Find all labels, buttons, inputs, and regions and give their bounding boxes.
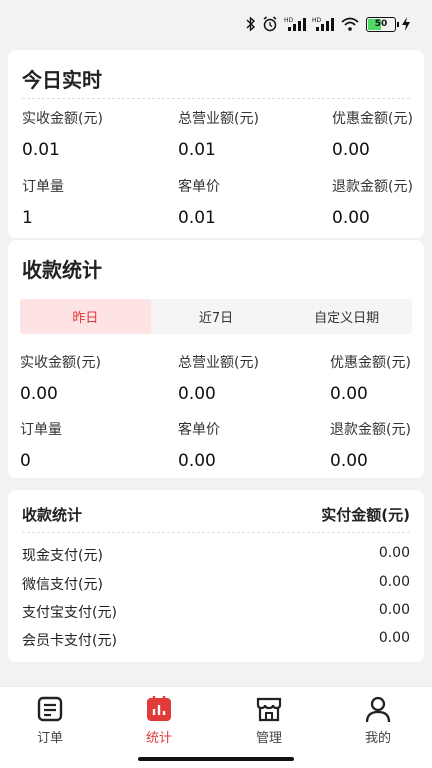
today-gross-revenue: 总营业额(元) 0.01 [178, 108, 259, 160]
stats-avg-order: 客单价 0.00 [178, 419, 220, 471]
stat-value: 0.01 [178, 140, 216, 160]
stat-label: 实收金额(元) [22, 111, 103, 127]
store-icon [256, 697, 282, 722]
tab-label: 我的 [364, 731, 391, 746]
tab-orders[interactable]: 订单 [10, 695, 90, 746]
payment-breakdown-card: 收款统计 实付金额(元) 现金支付(元) 0.00 微信支付(元) 0.00 支… [8, 490, 424, 662]
payment-row: 会员卡支付(元) 0.00 [22, 630, 410, 650]
stat-label: 订单量 [22, 179, 64, 195]
home-indicator[interactable] [138, 757, 294, 761]
payment-header-left: 收款统计 [22, 506, 83, 524]
stat-label: 退款金额(元) [330, 422, 411, 438]
stat-value: 0.00 [332, 208, 370, 228]
stat-label: 实收金额(元) [20, 355, 101, 371]
stats-title: 收款统计 [22, 258, 102, 282]
today-card: 今日实时 实收金额(元) 0.01 总营业额(元) 0.01 优惠金额(元) 0… [8, 50, 424, 238]
bottom-tab-bar: 订单 统计 管理 我的 [0, 686, 432, 768]
stat-label: 总营业额(元) [178, 111, 259, 127]
tab-last-7-days[interactable]: 近7日 [151, 299, 282, 334]
payment-row: 现金支付(元) 0.00 [22, 545, 410, 565]
today-discount: 优惠金额(元) 0.00 [332, 108, 413, 160]
stat-label: 客单价 [178, 422, 220, 438]
payment-value: 0.00 [378, 574, 410, 590]
today-net-income: 实收金额(元) 0.01 [22, 108, 103, 160]
profile-icon [365, 696, 391, 723]
payment-value: 0.00 [378, 602, 410, 618]
stats-net-income: 实收金额(元) 0.00 [20, 352, 101, 404]
stat-value: 0.00 [330, 384, 368, 404]
stat-value: 0.00 [332, 140, 370, 160]
stat-label: 总营业额(元) [178, 355, 259, 371]
payment-row: 微信支付(元) 0.00 [22, 574, 410, 594]
today-title: 今日实时 [22, 68, 102, 92]
status-bar: HD HD 50 [0, 0, 432, 48]
stat-label: 客单价 [178, 179, 220, 195]
collection-stats-card: 收款统计 昨日 近7日 自定义日期 实收金额(元) 0.00 总营业额(元) 0… [8, 240, 424, 478]
tab-label: 管理 [255, 731, 282, 746]
stat-label: 优惠金额(元) [330, 355, 411, 371]
today-avg-order: 客单价 0.01 [178, 176, 220, 228]
stat-value: 0.01 [178, 208, 216, 228]
charging-icon [402, 17, 410, 31]
stat-value: 0.00 [178, 451, 216, 471]
tab-manage[interactable]: 管理 [229, 695, 309, 746]
payment-table-header: 收款统计 实付金额(元) [22, 504, 410, 525]
stat-value: 0 [20, 451, 31, 471]
stat-value: 1 [22, 208, 33, 228]
payment-row: 支付宝支付(元) 0.00 [22, 602, 410, 622]
stats-discount: 优惠金额(元) 0.00 [330, 352, 411, 404]
signal-hd-icon: HD [312, 16, 334, 32]
battery-icon: 50 [366, 16, 399, 32]
payment-label: 支付宝支付(元) [22, 605, 117, 621]
payment-label: 现金支付(元) [22, 548, 103, 564]
stat-value: 0.00 [20, 384, 58, 404]
payment-value: 0.00 [378, 630, 410, 646]
order-icon [37, 696, 63, 722]
payment-header-right: 实付金额(元) [321, 506, 410, 524]
stats-order-count: 订单量 0 [20, 419, 62, 471]
tab-custom-date[interactable]: 自定义日期 [281, 299, 412, 334]
payment-label: 微信支付(元) [22, 577, 103, 593]
svg-text:HD: HD [284, 17, 294, 24]
payment-label: 会员卡支付(元) [22, 633, 117, 649]
today-order-count: 订单量 1 [22, 176, 64, 228]
stat-label: 优惠金额(元) [332, 111, 413, 127]
bluetooth-icon [246, 16, 256, 32]
stat-label: 退款金额(元) [332, 179, 413, 195]
tab-label: 统计 [145, 731, 172, 746]
tab-profile[interactable]: 我的 [338, 695, 418, 746]
tab-statistics[interactable]: 统计 [119, 695, 199, 746]
alarm-icon [262, 16, 278, 32]
stat-value: 0.01 [22, 140, 60, 160]
stats-refund: 退款金额(元) 0.00 [330, 419, 411, 471]
stat-label: 订单量 [20, 422, 62, 438]
stats-icon [147, 696, 171, 721]
stats-gross-revenue: 总营业额(元) 0.00 [178, 352, 259, 404]
stat-value: 0.00 [330, 451, 368, 471]
divider [22, 532, 410, 533]
today-refund: 退款金额(元) 0.00 [332, 176, 413, 228]
svg-text:HD: HD [312, 17, 322, 24]
payment-value: 0.00 [378, 545, 410, 561]
divider [22, 98, 410, 99]
battery-level: 50 [374, 19, 388, 29]
wifi-icon [340, 16, 360, 32]
period-tabs: 昨日 近7日 自定义日期 [20, 299, 412, 334]
tab-label: 订单 [36, 731, 63, 746]
signal-hd-icon: HD [284, 16, 306, 32]
tab-yesterday[interactable]: 昨日 [20, 299, 151, 334]
stat-value: 0.00 [178, 384, 216, 404]
